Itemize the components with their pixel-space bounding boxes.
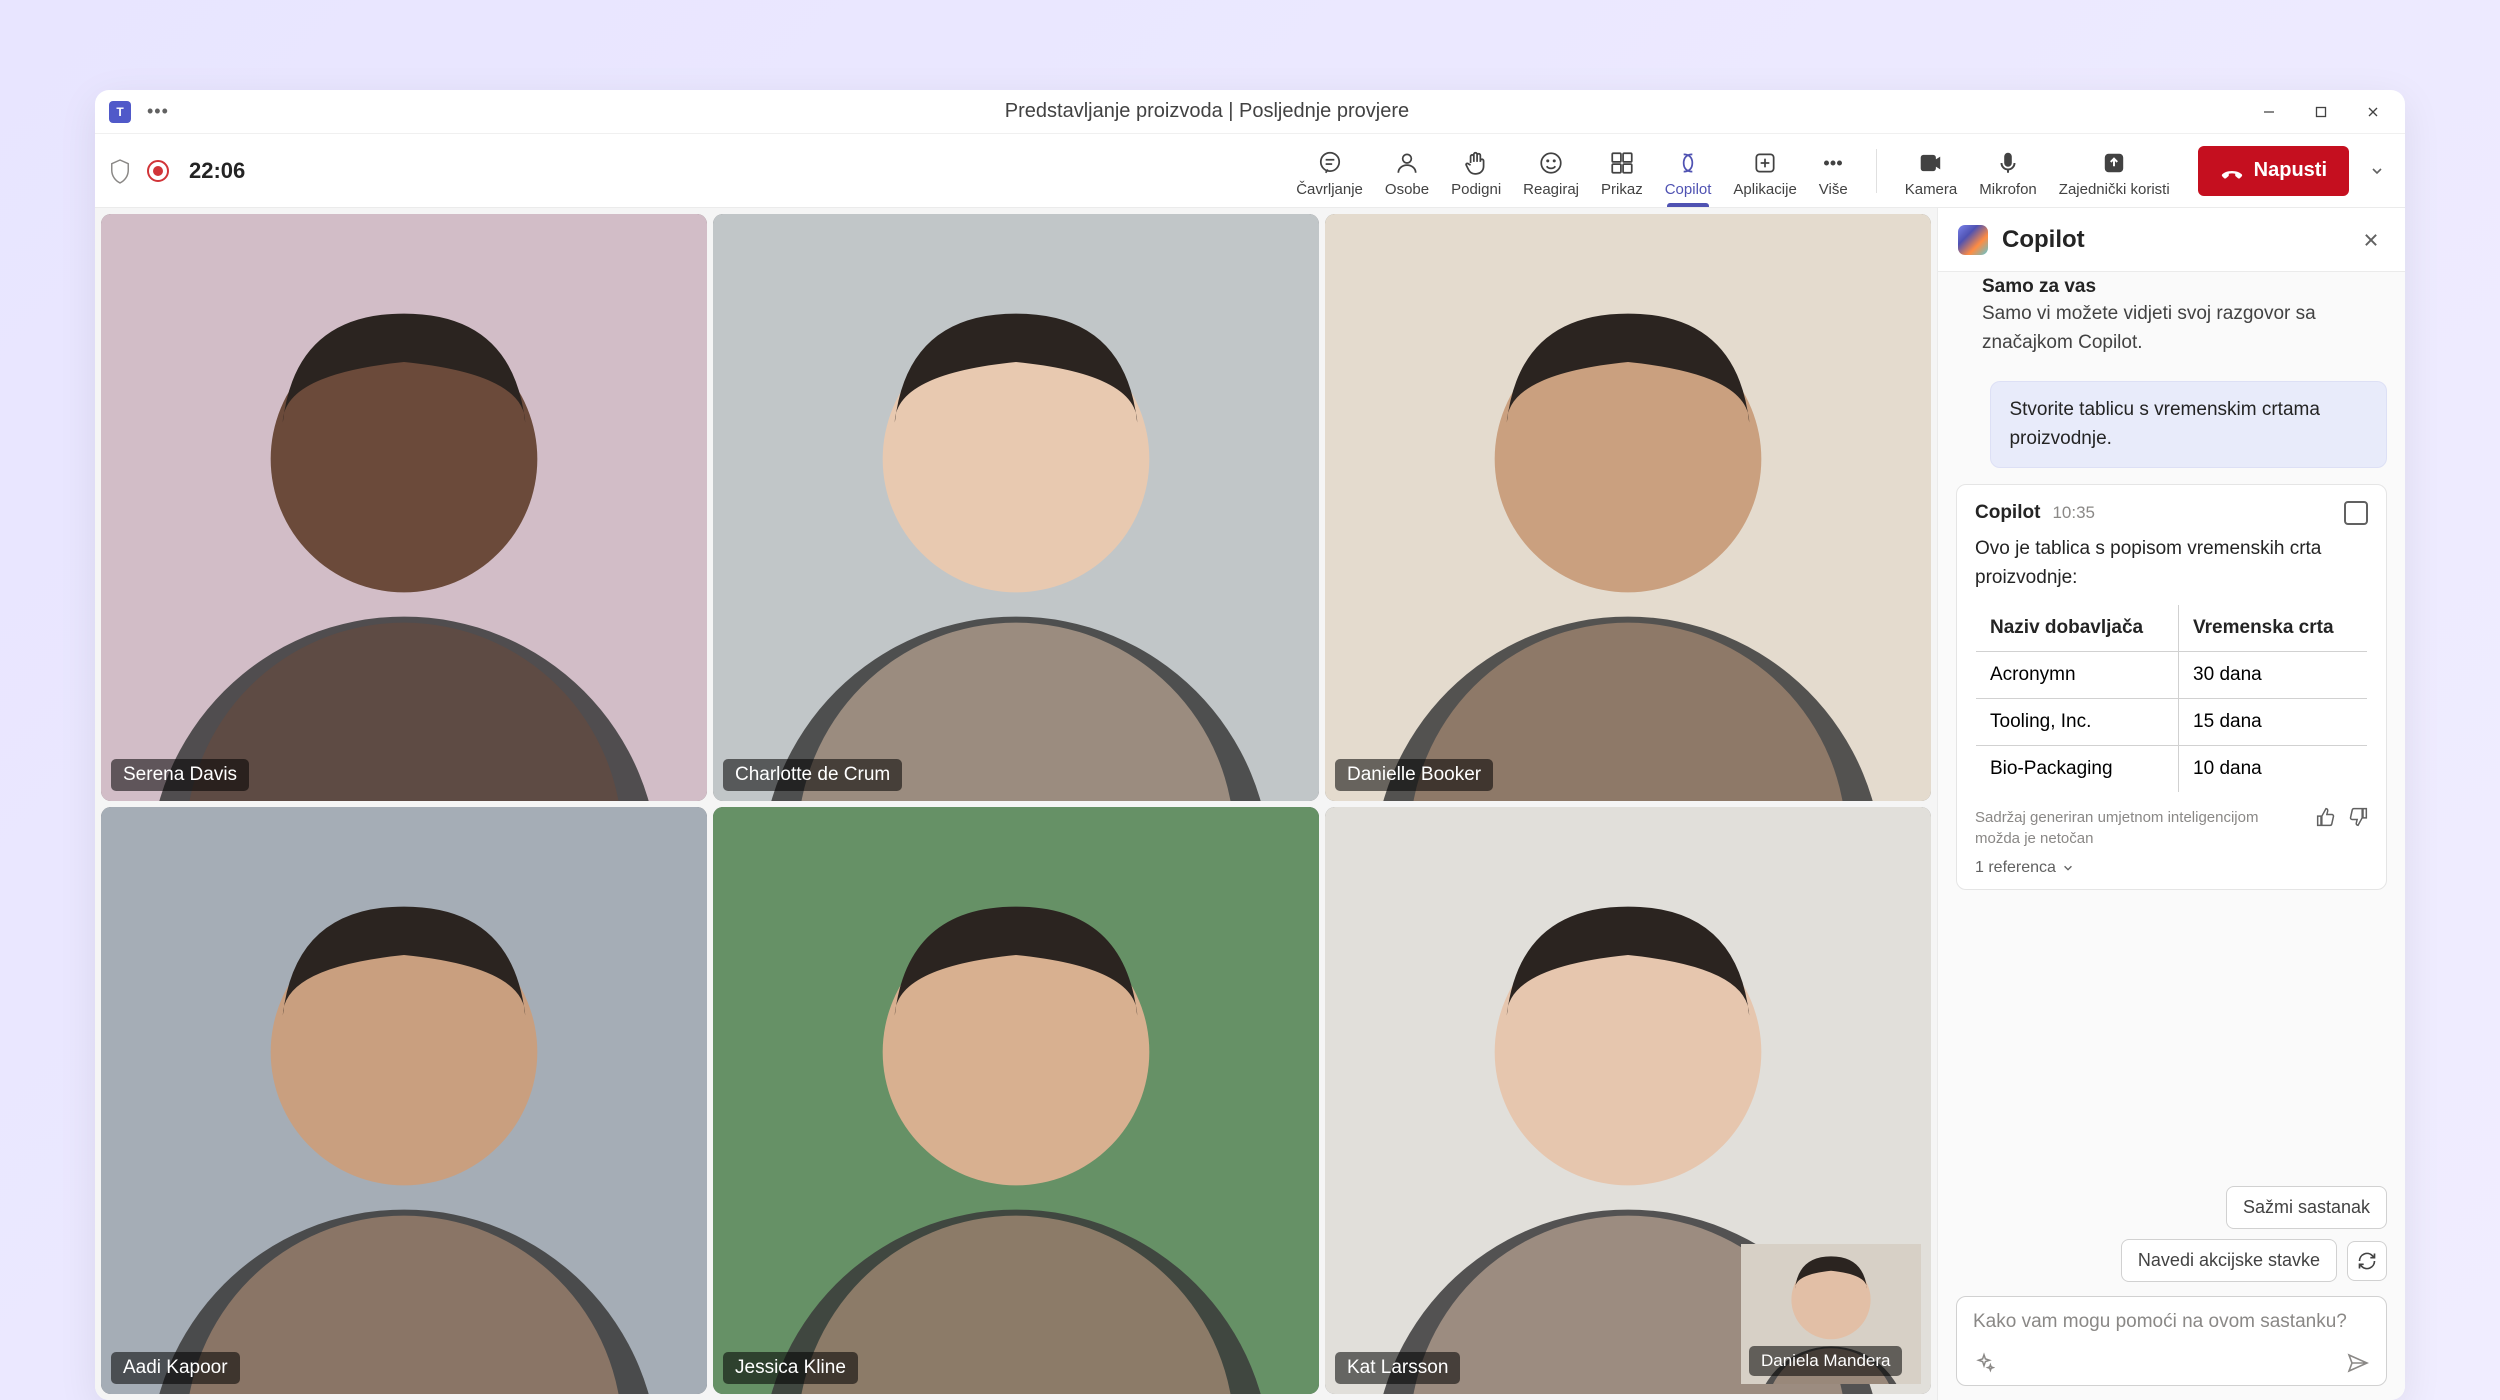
send-icon[interactable]: [2346, 1351, 2370, 1375]
maximize-button[interactable]: [2297, 95, 2345, 129]
copilot-input-field[interactable]: Kako vam mogu pomoći na ovom sastanku?: [1973, 1311, 2370, 1333]
chevron-down-icon: [2062, 862, 2074, 874]
apps-icon: [1752, 149, 1778, 177]
view-icon: [1609, 149, 1635, 177]
toolbar-separator: [1876, 149, 1877, 193]
video-grid: Serena Davis Charlotte de Crum Danielle …: [95, 208, 1937, 1400]
shield-icon[interactable]: [109, 158, 131, 184]
meeting-toolbar: 22:06 ČavrljanjeOsobePodigniReagirajPrik…: [95, 134, 2405, 208]
main-area: Serena Davis Charlotte de Crum Danielle …: [95, 208, 2405, 1400]
participant-tile[interactable]: Charlotte de Crum: [713, 214, 1319, 801]
close-button[interactable]: [2349, 95, 2397, 129]
copilot-input[interactable]: Kako vam mogu pomoći na ovom sastanku?: [1956, 1296, 2387, 1386]
close-icon: [2362, 231, 2380, 249]
chat-icon: [1317, 149, 1343, 177]
teams-app-icon: T: [109, 101, 131, 123]
copilot-icon: [1675, 149, 1701, 177]
participant-name-label: Kat Larsson: [1335, 1352, 1460, 1384]
leave-label: Napusti: [2254, 159, 2327, 182]
toolbar-apps-button[interactable]: Aplikacije: [1723, 134, 1806, 207]
thumbs-down-icon[interactable]: [2348, 807, 2368, 827]
toolbar-mic-button[interactable]: Mikrofon: [1969, 134, 2047, 207]
chevron-down-icon: [2370, 164, 2384, 178]
copilot-reply: Copilot 10:35 Ovo je tablica s popisom v…: [1956, 484, 2387, 890]
suggestion-row-1: Sažmi sastanak: [1938, 1180, 2405, 1229]
hangup-icon: [2220, 159, 2244, 183]
participant-name-label: Jessica Kline: [723, 1352, 858, 1384]
sparkle-icon[interactable]: [1973, 1352, 1995, 1374]
raise-icon: [1463, 149, 1489, 177]
recording-indicator-icon[interactable]: [147, 160, 169, 182]
participant-name-label: Charlotte de Crum: [723, 759, 902, 791]
table-header: Vremenska crta: [2179, 605, 2368, 652]
refresh-suggestions-button[interactable]: [2347, 1241, 2387, 1281]
copilot-title: Copilot: [2002, 226, 2343, 254]
participant-video: [101, 214, 707, 801]
participant-name-label: Aadi Kapoor: [111, 1352, 240, 1384]
privacy-note-title: Samo za vas: [1982, 276, 2381, 298]
copilot-privacy-note: Samo za vas Samo vi možete vidjeti svoj …: [1956, 272, 2387, 365]
self-view-pip[interactable]: Daniela Mandera: [1741, 1244, 1921, 1384]
meeting-title: Predstavljanje proizvoda | Posljednje pr…: [169, 100, 2245, 123]
copilot-header: Copilot: [1938, 208, 2405, 272]
reply-time: 10:35: [2052, 503, 2095, 523]
leave-dropdown[interactable]: [2363, 146, 2391, 196]
toolbar-people-button[interactable]: Osobe: [1375, 134, 1439, 207]
copilot-panel: Copilot Samo za vas Samo vi možete vidje…: [1937, 208, 2405, 1400]
participant-video: [101, 807, 707, 1394]
titlebar: T ••• Predstavljanje proizvoda | Posljed…: [95, 90, 2405, 134]
copilot-logo-icon: [1958, 225, 1988, 255]
toolbar-share-button[interactable]: Zajednički koristi: [2049, 134, 2180, 207]
share-icon: [2101, 149, 2127, 177]
more-options-icon[interactable]: •••: [147, 101, 169, 122]
toolbar-react-button[interactable]: Reagiraj: [1513, 134, 1589, 207]
app-window: T ••• Predstavljanje proizvoda | Posljed…: [95, 90, 2405, 1400]
suggestion-pill[interactable]: Navedi akcijske stavke: [2121, 1239, 2337, 1282]
suggestion-pill[interactable]: Sažmi sastanak: [2226, 1186, 2387, 1229]
minimize-button[interactable]: [2245, 95, 2293, 129]
table-header: Naziv dobavljača: [1976, 605, 2179, 652]
copilot-close-button[interactable]: [2357, 226, 2385, 254]
participant-tile[interactable]: Serena Davis: [101, 214, 707, 801]
suggestion-row-2: Navedi akcijske stavke: [1938, 1229, 2405, 1296]
toolbar-more-button[interactable]: Više: [1809, 134, 1858, 207]
thumbs-up-icon[interactable]: [2316, 807, 2336, 827]
meeting-timer: 22:06: [189, 158, 245, 184]
participant-name-label: Serena Davis: [111, 759, 249, 791]
pip-name-label: Daniela Mandera: [1749, 1346, 1902, 1376]
table-row: Tooling, Inc.15 dana: [1976, 699, 2368, 746]
table-row: Acronymn30 dana: [1976, 652, 2368, 699]
participant-tile[interactable]: Aadi Kapoor: [101, 807, 707, 1394]
user-message: Stvorite tablicu s vremenskim crtama pro…: [1990, 381, 2387, 468]
reference-toggle[interactable]: 1 referenca: [1975, 859, 2368, 877]
mic-icon: [1995, 149, 2021, 177]
refresh-icon: [2357, 1251, 2377, 1271]
participant-video: [713, 807, 1319, 1394]
leave-button[interactable]: Napusti: [2198, 146, 2349, 196]
participant-name-label: Danielle Booker: [1335, 759, 1493, 791]
toolbar-chat-button[interactable]: Čavrljanje: [1286, 134, 1373, 207]
toolbar-raise-button[interactable]: Podigni: [1441, 134, 1511, 207]
participant-tile[interactable]: Danielle Booker: [1325, 214, 1931, 801]
window-controls: [2245, 95, 2397, 129]
participant-video: [1325, 214, 1931, 801]
copy-button[interactable]: [2344, 501, 2368, 525]
privacy-note-text: Samo vi možete vidjeti svoj razgovor sa …: [1982, 300, 2381, 357]
react-icon: [1538, 149, 1564, 177]
reply-table: Naziv dobavljačaVremenska crtaAcronymn30…: [1975, 604, 2368, 793]
participant-video: [713, 214, 1319, 801]
table-row: Bio-Packaging10 dana: [1976, 746, 2368, 793]
participant-tile[interactable]: Kat Larsson Daniela Mandera: [1325, 807, 1931, 1394]
people-icon: [1394, 149, 1420, 177]
toolbar-view-button[interactable]: Prikaz: [1591, 134, 1653, 207]
reply-text: Ovo je tablica s popisom vremenskih crta…: [1975, 535, 2368, 592]
copilot-body: Samo za vas Samo vi možete vidjeti svoj …: [1938, 272, 2405, 1180]
toolbar-copilot-button[interactable]: Copilot: [1655, 134, 1722, 207]
toolbar-camera-button[interactable]: Kamera: [1895, 134, 1968, 207]
reply-from: Copilot: [1975, 502, 2040, 524]
participant-tile[interactable]: Jessica Kline: [713, 807, 1319, 1394]
camera-icon: [1918, 149, 1944, 177]
more-icon: [1820, 149, 1846, 177]
ai-disclaimer: Sadržaj generiran umjetnom inteligencijo…: [1975, 807, 2368, 849]
